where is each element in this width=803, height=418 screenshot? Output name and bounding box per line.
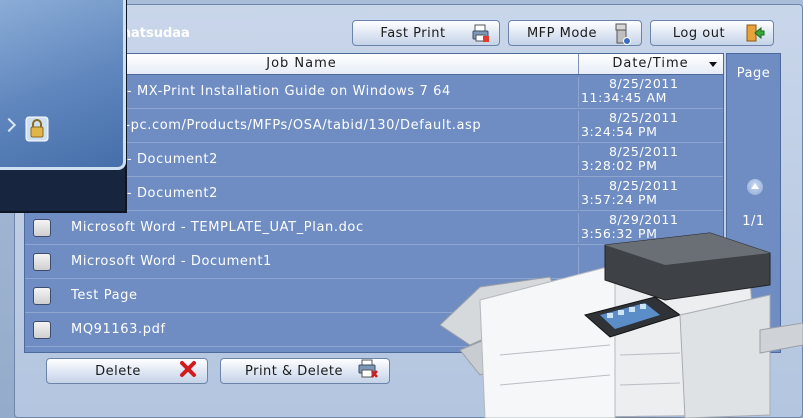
job-time: 3:57:24 PM xyxy=(581,192,658,207)
table-row[interactable]: ft Word - Document2 8/25/2011 3:28:02 PM xyxy=(25,143,723,177)
overlay-window-body xyxy=(0,0,126,170)
job-name: ft Word - Document2 xyxy=(71,152,218,167)
app-screen: or matsudaa Fast Print MFP Mode Log out xyxy=(0,0,803,418)
printer-icon xyxy=(471,23,491,43)
fast-print-button[interactable]: Fast Print xyxy=(352,20,500,46)
page-up-icon[interactable] xyxy=(747,179,763,195)
sort-desc-icon[interactable] xyxy=(709,62,717,67)
job-datetime: 8/25/2011 11:34:45 AM xyxy=(578,77,724,107)
delete-label: Delete xyxy=(95,363,141,379)
job-name: ft Word - Document2 xyxy=(71,186,218,201)
print-and-delete-button[interactable]: Print & Delete xyxy=(220,358,390,384)
overlay-window xyxy=(0,0,127,213)
print-delete-label: Print & Delete xyxy=(244,363,344,379)
log-out-label: Log out xyxy=(672,25,726,41)
job-datetime: 8/25/2011 3:24:54 PM xyxy=(578,111,724,141)
row-checkbox[interactable] xyxy=(33,253,51,271)
job-datetime: 8/25/2011 3:57:24 PM xyxy=(578,179,724,209)
mfp-icon xyxy=(613,23,633,45)
log-out-button[interactable]: Log out xyxy=(650,20,774,46)
job-datetime: 8/25/2011 3:28:02 PM xyxy=(578,145,724,175)
row-checkbox[interactable] xyxy=(33,287,51,305)
row-checkbox[interactable] xyxy=(33,321,51,339)
column-date-time-label: Date/Time xyxy=(612,56,689,71)
job-date: 8/25/2011 xyxy=(609,144,679,159)
job-date: 8/25/2011 xyxy=(609,76,679,91)
row-checkbox[interactable] xyxy=(33,219,51,237)
table-row[interactable]: ft Word - MX-Print Installation Guide on… xyxy=(25,75,723,109)
job-name: ft Word - MX-Print Installation Guide on… xyxy=(71,84,451,99)
job-table-header: Job Name Date/Time xyxy=(24,53,724,75)
mfp-mode-label: MFP Mode xyxy=(526,25,598,41)
mfp-mode-button[interactable]: MFP Mode xyxy=(508,20,642,46)
username: matsudaa xyxy=(117,26,190,41)
job-name: w.sharp-pc.com/Products/MFPs/OSA/tabid/1… xyxy=(71,118,482,133)
job-time: 3:28:02 PM xyxy=(581,158,658,173)
lock-icon[interactable] xyxy=(25,116,49,142)
job-time: 11:34:45 AM xyxy=(581,90,668,105)
logout-icon xyxy=(745,23,765,43)
delete-button[interactable]: Delete xyxy=(46,358,208,384)
fast-print-label: Fast Print xyxy=(380,25,446,41)
pager-label: Page xyxy=(736,66,771,81)
job-date: 8/25/2011 xyxy=(609,178,679,193)
job-time: 3:24:54 PM xyxy=(581,124,658,139)
copier-illustration xyxy=(440,232,803,418)
job-date: 8/25/2011 xyxy=(609,110,679,125)
print-delete-icon xyxy=(357,359,379,383)
table-row[interactable]: ft Word - Document2 8/25/2011 3:57:24 PM xyxy=(25,177,723,211)
column-date-time[interactable]: Date/Time xyxy=(578,54,723,74)
delete-x-icon xyxy=(179,360,197,382)
table-row[interactable]: w.sharp-pc.com/Products/MFPs/OSA/tabid/1… xyxy=(25,109,723,143)
chevron-right-icon[interactable] xyxy=(1,117,17,133)
